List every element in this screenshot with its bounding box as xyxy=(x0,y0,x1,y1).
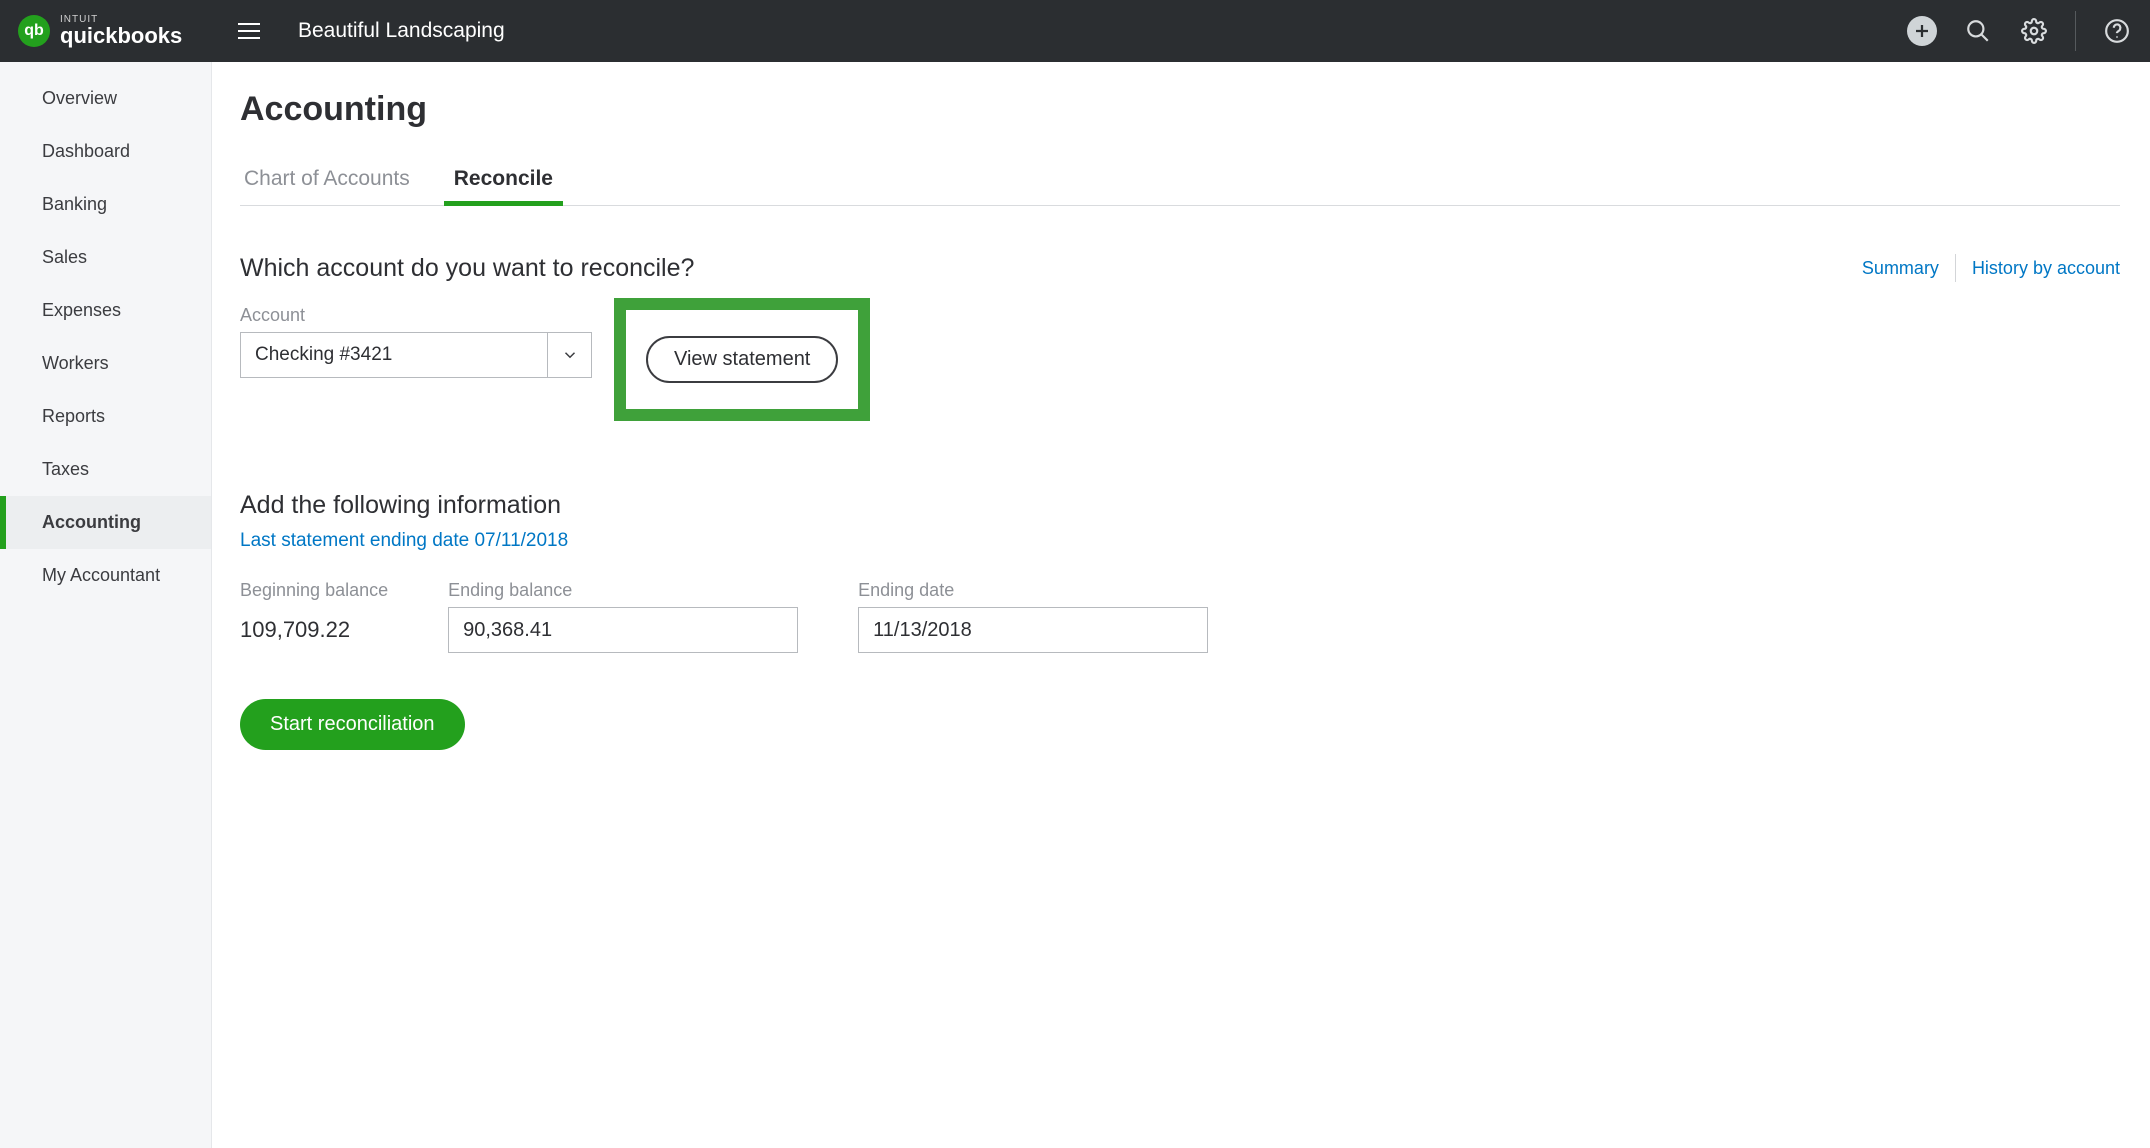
view-statement-highlight: View statement xyxy=(614,298,870,421)
topbar-divider xyxy=(2075,11,2076,51)
sidebar-item-my-accountant[interactable]: My Accountant xyxy=(0,549,211,602)
sidebar-item-reports[interactable]: Reports xyxy=(0,390,211,443)
hamburger-icon[interactable] xyxy=(238,23,260,39)
view-statement-button[interactable]: View statement xyxy=(646,336,838,383)
sidebar-item-sales[interactable]: Sales xyxy=(0,231,211,284)
ending-date-label: Ending date xyxy=(858,580,1208,601)
sidebar-item-banking[interactable]: Banking xyxy=(0,178,211,231)
account-select-value: Checking #3421 xyxy=(241,333,547,377)
sidebar-item-dashboard[interactable]: Dashboard xyxy=(0,125,211,178)
add-button[interactable] xyxy=(1907,16,1937,46)
tab-chart-of-accounts[interactable]: Chart of Accounts xyxy=(240,157,414,205)
add-info-heading: Add the following information xyxy=(240,491,2120,520)
sidebar-item-accounting[interactable]: Accounting xyxy=(0,496,211,549)
ending-balance-input[interactable] xyxy=(448,607,798,653)
sidebar-item-overview[interactable]: Overview xyxy=(0,72,211,125)
history-link[interactable]: History by account xyxy=(1972,258,2120,279)
main-content: Accounting Chart of Accounts Reconcile Wh… xyxy=(212,62,2150,1148)
topbar-actions xyxy=(1907,11,2132,51)
sidebar-item-expenses[interactable]: Expenses xyxy=(0,284,211,337)
beginning-balance-label: Beginning balance xyxy=(240,580,388,601)
ending-balance-label: Ending balance xyxy=(448,580,798,601)
company-name: Beautiful Landscaping xyxy=(298,19,505,43)
ending-date-input[interactable] xyxy=(858,607,1208,653)
chevron-down-icon[interactable] xyxy=(547,333,591,377)
start-reconciliation-button[interactable]: Start reconciliation xyxy=(240,699,465,750)
brand: qb INTUIT quickbooks xyxy=(18,15,208,47)
sidebar-item-taxes[interactable]: Taxes xyxy=(0,443,211,496)
reconcile-links: Summary History by account xyxy=(1862,254,2120,282)
tab-reconcile[interactable]: Reconcile xyxy=(450,157,557,205)
page-title: Accounting xyxy=(240,90,2120,129)
brand-badge: qb xyxy=(18,15,50,47)
beginning-balance-value: 109,709.22 xyxy=(240,617,388,643)
links-separator xyxy=(1955,254,1956,282)
topbar: qb INTUIT quickbooks Beautiful Landscapi… xyxy=(0,0,2150,62)
reconcile-question: Which account do you want to reconcile? xyxy=(240,254,694,283)
sidebar-item-workers[interactable]: Workers xyxy=(0,337,211,390)
account-select[interactable]: Checking #3421 xyxy=(240,332,592,378)
help-icon[interactable] xyxy=(2102,16,2132,46)
search-icon[interactable] xyxy=(1963,16,1993,46)
account-field-label: Account xyxy=(240,305,2120,326)
sidebar: OverviewDashboardBankingSalesExpensesWor… xyxy=(0,62,212,1148)
brand-product-label: quickbooks xyxy=(60,25,182,47)
gear-icon[interactable] xyxy=(2019,16,2049,46)
last-statement-link[interactable]: Last statement ending date 07/11/2018 xyxy=(240,530,2120,552)
tabs: Chart of Accounts Reconcile xyxy=(240,157,2120,206)
summary-link[interactable]: Summary xyxy=(1862,258,1939,279)
brand-text: INTUIT quickbooks xyxy=(60,15,182,47)
